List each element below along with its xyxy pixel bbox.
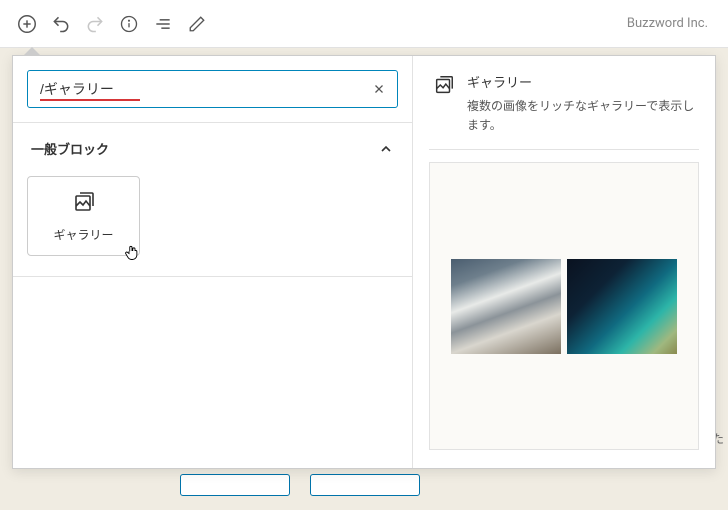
add-block-button[interactable]	[10, 7, 44, 41]
block-inserter-popover: 一般ブロック ギャラリー	[12, 55, 716, 469]
background-button[interactable]	[310, 474, 420, 496]
edit-button[interactable]	[180, 7, 214, 41]
redo-button[interactable]	[78, 7, 112, 41]
gallery-icon	[72, 190, 96, 214]
category-label: 一般ブロック	[31, 139, 109, 158]
editor-toolbar: Buzzword Inc.	[0, 0, 728, 48]
popover-caret	[24, 48, 40, 56]
background-button[interactable]	[180, 474, 290, 496]
chevron-up-icon	[378, 141, 394, 157]
block-tile-label: ギャラリー	[53, 226, 113, 243]
preview-thumb	[451, 259, 561, 354]
preview-description: 複数の画像をリッチなギャラリーで表示します。	[467, 97, 695, 135]
block-preview	[429, 162, 699, 450]
block-tile-gallery[interactable]: ギャラリー	[27, 176, 140, 256]
preview-thumb	[567, 259, 677, 354]
cursor-hand-icon	[123, 243, 141, 261]
preview-title: ギャラリー	[467, 72, 695, 91]
block-search-input[interactable]	[40, 81, 361, 97]
gallery-icon	[433, 72, 455, 135]
block-search-box	[27, 70, 398, 108]
background-buttons	[180, 474, 728, 502]
info-button[interactable]	[112, 7, 146, 41]
outline-button[interactable]	[146, 7, 180, 41]
clear-search-button[interactable]	[369, 79, 389, 99]
brand-label: Buzzword Inc.	[627, 16, 718, 31]
inserter-left-panel: 一般ブロック ギャラリー	[13, 56, 413, 468]
category-common-blocks[interactable]: 一般ブロック	[13, 123, 412, 170]
spellcheck-underline	[40, 99, 140, 101]
inserter-preview-panel: ギャラリー 複数の画像をリッチなギャラリーで表示します。	[413, 56, 715, 468]
undo-button[interactable]	[44, 7, 78, 41]
